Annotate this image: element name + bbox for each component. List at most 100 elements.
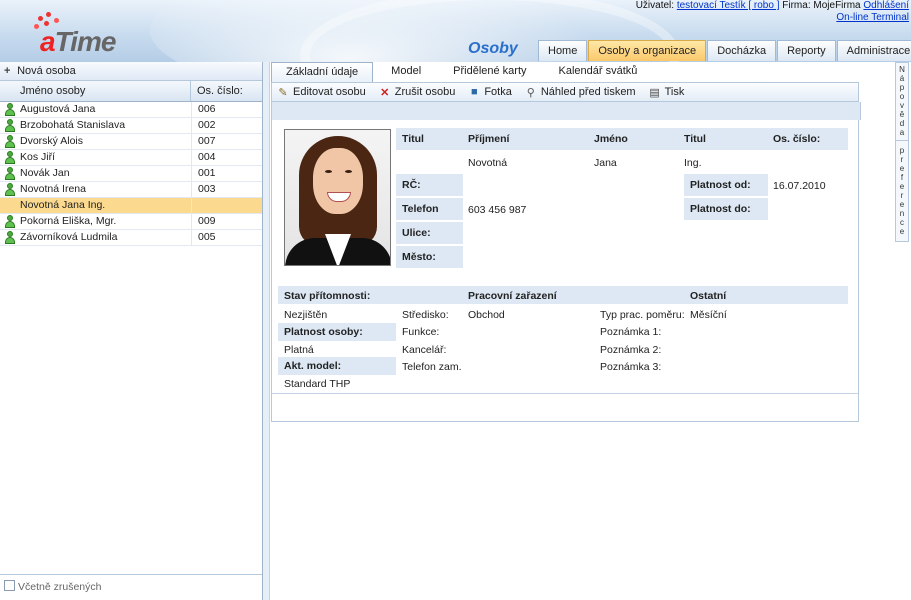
edit-person-label: Editovat osobu [293, 86, 366, 98]
preferences-side-tab[interactable]: preference [896, 144, 908, 236]
person-icon [5, 103, 15, 116]
person-name: Novotná Jana Ing. [20, 198, 192, 213]
person-number: 006 [198, 103, 216, 115]
include-cancelled-label: Včetně zrušených [18, 581, 102, 593]
phone-value: 603 456 987 [468, 204, 527, 216]
column-number-header[interactable]: Os. číslo: [191, 81, 243, 101]
person-number [192, 198, 198, 213]
other-header: Ostatní [690, 290, 727, 302]
table-row[interactable]: Závorníková Ludmila 005 [0, 230, 262, 246]
title2-header: Titul [684, 133, 706, 145]
person-icon [5, 231, 15, 244]
note3-label: Poznámka 3: [600, 361, 662, 373]
include-cancelled-checkbox[interactable] [4, 580, 15, 591]
terminal-link[interactable]: On-line Terminal [836, 12, 909, 23]
firm-label: Firma: [782, 0, 811, 11]
person-list-header: Jméno osoby Os. číslo: [0, 81, 262, 102]
model-label: Akt. model: [278, 357, 396, 375]
city-label: Město: [396, 246, 463, 268]
person-name: Kos Jiří [20, 150, 192, 165]
person-number: 009 [198, 215, 216, 227]
nav-reports[interactable]: Reporty [777, 40, 836, 61]
center-label: Středisko: [402, 309, 449, 321]
user-link[interactable]: testovací Testík [ robo ] [677, 0, 780, 11]
function-label: Funkce: [402, 326, 440, 338]
pencil-icon: ✎ [278, 86, 288, 99]
cancel-person-button[interactable]: ✕ Zrušit osobu [378, 86, 456, 99]
side-tab-separator [896, 140, 908, 141]
nav-attendance[interactable]: Docházka [707, 40, 777, 61]
nav-persons-organizations[interactable]: Osoby a organizace [588, 40, 707, 61]
tab-basic-info[interactable]: Základní údaje [271, 62, 374, 82]
table-row[interactable]: Brzobohatá Stanislava 002 [0, 118, 262, 134]
print-preview-button[interactable]: ⚲ Náhled před tiskem [524, 86, 636, 99]
table-row[interactable]: Dvorský Alois 007 [0, 134, 262, 150]
table-row[interactable]: Augustová Jana 006 [0, 102, 262, 118]
logout-link[interactable]: Odhlášení [863, 0, 909, 11]
column-name-header[interactable]: Jméno osoby [0, 81, 191, 101]
tab-model[interactable]: Model [377, 62, 435, 81]
valid-to-label: Platnost do: [684, 198, 768, 220]
firstname-header: Jméno [594, 133, 628, 145]
table-row[interactable]: Kos Jiří 004 [0, 150, 262, 166]
person-number: 007 [198, 135, 216, 147]
top-navigation: Home Osoby a organizace Docházka Reporty… [538, 40, 911, 62]
firstname-value: Jana [594, 157, 617, 169]
person-detail: Titul Příjmení Jméno Titul Os. číslo: No… [271, 120, 859, 422]
logo-text: aTime [40, 26, 116, 57]
user-info: Uživatel: testovací Testík [ robo ] Firm… [636, 0, 909, 24]
person-icon [5, 215, 15, 228]
panel-splitter[interactable] [263, 62, 270, 600]
person-name: Závorníková Ludmila [20, 230, 192, 245]
detail-toolbar: ✎ Editovat osobu ✕ Zrušit osobu ■ Fotka ⚲ Ná… [271, 82, 859, 102]
include-cancelled-toggle[interactable]: Včetně zrušených [0, 574, 262, 598]
cross-icon: ✕ [380, 86, 390, 99]
presence-header: Stav přítomnosti: [284, 290, 371, 302]
nav-administration[interactable]: Administrace [836, 40, 911, 61]
person-icon [5, 183, 15, 196]
new-person-label: Nová osoba [17, 65, 76, 77]
print-button[interactable]: ▤ Tisk [648, 86, 685, 99]
person-icon [5, 151, 15, 164]
presence-value: Nezjištěn [284, 309, 328, 321]
new-person-button[interactable]: + Nová osoba [0, 62, 262, 81]
contract-value: Měsíční [690, 309, 727, 321]
rc-label: RČ: [396, 174, 463, 196]
person-icon [5, 135, 15, 148]
valid-from-label: Platnost od: [684, 174, 768, 196]
person-icon [5, 119, 15, 132]
person-number: 001 [198, 167, 216, 179]
photo-label: Fotka [484, 86, 512, 98]
person-number: 004 [198, 151, 216, 163]
person-name: Brzobohatá Stanislava [20, 118, 192, 133]
street-label: Ulice: [396, 222, 463, 244]
validity-label: Platnost osoby: [278, 323, 396, 341]
tab-holiday-calendar[interactable]: Kalendář svátků [545, 62, 652, 81]
model-value: Standard THP [284, 378, 351, 390]
toolbar-strip [271, 102, 861, 120]
logo[interactable]: aTime [30, 12, 130, 57]
nav-home[interactable]: Home [538, 40, 588, 61]
camera-icon: ■ [470, 86, 478, 98]
help-side-tab[interactable]: Nápověda [896, 63, 908, 137]
person-number: 002 [198, 119, 216, 131]
table-row[interactable]: Novotná Irena 003 [0, 182, 262, 198]
person-number: 005 [198, 231, 216, 243]
table-row-selected[interactable]: Novotná Jana Ing. [0, 198, 262, 214]
table-row[interactable]: Pokorná Eliška, Mgr. 009 [0, 214, 262, 230]
edit-person-button[interactable]: ✎ Editovat osobu [276, 86, 366, 99]
photo-button[interactable]: ■ Fotka [467, 86, 512, 98]
phone-emp-label: Telefon zam. [402, 361, 462, 373]
note2-label: Poznámka 2: [600, 344, 662, 356]
firm-name: MojeFirma [813, 0, 861, 11]
number-header: Os. číslo: [773, 133, 821, 145]
table-row[interactable]: Novák Jan 001 [0, 166, 262, 182]
valid-from-value: 16.07.2010 [773, 180, 826, 192]
divider [272, 393, 858, 394]
title2-value: Ing. [684, 157, 702, 169]
contract-label: Typ prac. poměru: [600, 309, 685, 321]
tab-assigned-cards[interactable]: Přidělené karty [439, 62, 540, 81]
print-label: Tisk [664, 86, 685, 98]
cancel-person-label: Zrušit osobu [394, 86, 456, 98]
person-icon [5, 167, 15, 180]
